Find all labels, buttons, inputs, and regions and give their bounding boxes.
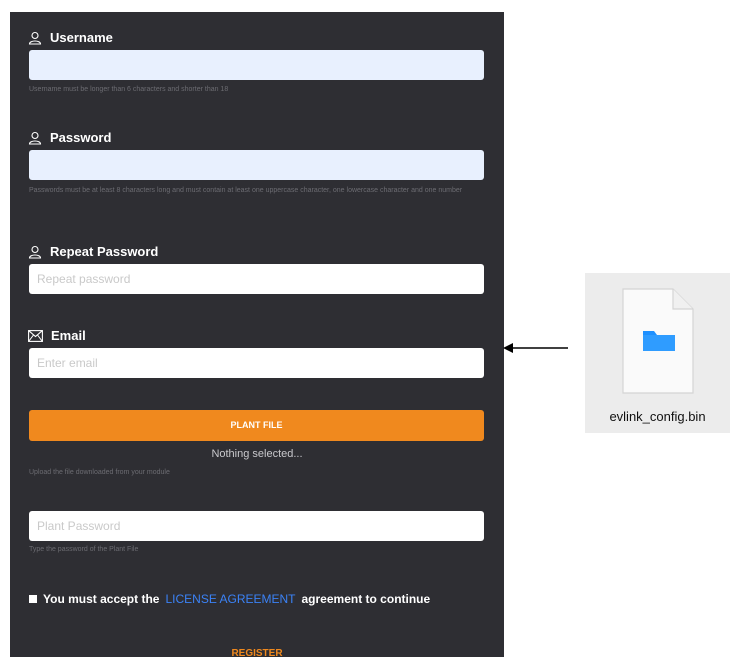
user-icon: [28, 131, 42, 145]
email-input[interactable]: [29, 348, 484, 378]
plant-file-button[interactable]: PLANT FILE: [29, 410, 484, 441]
password-label: Password: [50, 130, 112, 145]
file-name: evlink_config.bin: [609, 409, 706, 424]
license-suffix: agreement to continue: [301, 592, 431, 606]
user-icon: [28, 31, 42, 45]
user-icon: [28, 245, 42, 259]
repeat-password-input[interactable]: [29, 264, 484, 294]
registration-form: Username Username must be longer than 6 …: [10, 12, 504, 657]
email-label: Email: [51, 328, 86, 343]
plant-password-help: Type the password of the Plant File: [29, 546, 139, 553]
register-button[interactable]: REGISTER: [10, 648, 504, 657]
password-help: Passwords must be at least 8 characters …: [29, 187, 463, 194]
plant-password-input[interactable]: [29, 511, 484, 541]
password-input[interactable]: [29, 150, 484, 180]
repeat-password-label-row: Repeat Password: [28, 244, 158, 259]
file-card[interactable]: evlink_config.bin: [585, 273, 730, 433]
plant-file-status: Nothing selected...: [211, 448, 303, 460]
username-label: Username: [50, 30, 113, 45]
license-agreement-link[interactable]: LICENSE AGREEMENT: [165, 592, 295, 606]
envelope-icon: [28, 329, 43, 342]
license-prefix: You must accept the: [43, 592, 160, 606]
password-label-row: Password: [28, 130, 111, 145]
plant-file-help: Upload the file downloaded from your mod…: [29, 469, 170, 476]
username-label-row: Username: [28, 30, 113, 45]
username-help: Username must be longer than 6 character…: [29, 86, 229, 93]
username-input[interactable]: [29, 50, 484, 80]
email-label-row: Email: [28, 328, 86, 343]
arrow-left-icon: [503, 343, 568, 353]
file-document-icon: [622, 288, 694, 394]
license-checkbox[interactable]: [29, 595, 37, 603]
license-row: You must accept the LICENSE AGREEMENT ag…: [29, 592, 430, 606]
repeat-password-label: Repeat Password: [50, 244, 159, 259]
